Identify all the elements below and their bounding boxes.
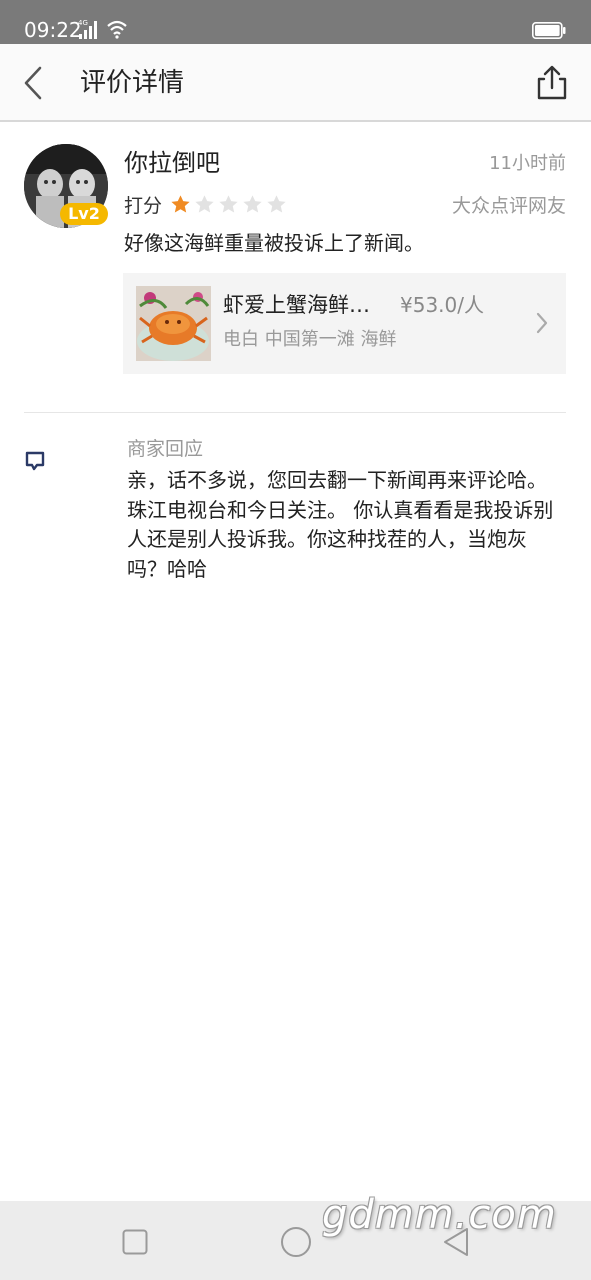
battery-icon bbox=[532, 22, 566, 39]
share-icon bbox=[537, 65, 567, 100]
status-time: 09:22 bbox=[24, 18, 82, 42]
shop-thumbnail bbox=[136, 286, 211, 361]
network-type-label: 4G bbox=[78, 19, 88, 27]
star-empty-icon bbox=[195, 195, 214, 213]
review-source: 大众点评网友 bbox=[451, 195, 566, 217]
shop-card[interactable]: 虾爱上蟹海鲜… ¥53.0/人 电白 中国第一滩 海鲜 bbox=[123, 273, 566, 374]
user-name[interactable]: 你拉倒吧 bbox=[124, 148, 220, 178]
app-header: 评价详情 bbox=[0, 44, 591, 122]
wifi-icon bbox=[107, 20, 127, 39]
chevron-right-icon bbox=[536, 312, 548, 334]
reply-icon bbox=[25, 451, 45, 471]
star-rating bbox=[170, 194, 287, 216]
back-button[interactable] bbox=[18, 62, 52, 104]
star-empty-icon bbox=[219, 195, 238, 213]
merchant-reply-title: 商家回应 bbox=[127, 438, 204, 460]
review-time: 11小时前 bbox=[489, 153, 566, 174]
chevron-left-icon bbox=[24, 66, 42, 100]
circle-icon bbox=[281, 1227, 311, 1257]
page-title: 评价详情 bbox=[80, 68, 185, 98]
share-button[interactable] bbox=[534, 64, 570, 102]
review-text: 好像这海鲜重量被投诉上了新闻。 bbox=[124, 231, 424, 255]
star-empty-icon bbox=[243, 195, 262, 213]
star-filled-icon bbox=[171, 195, 190, 213]
status-bar: 09:22 4G bbox=[0, 0, 591, 44]
square-icon bbox=[122, 1229, 148, 1255]
shop-meta: 电白 中国第一滩 海鲜 bbox=[223, 329, 397, 350]
recent-apps-button[interactable] bbox=[122, 1229, 148, 1255]
shop-price: ¥53.0/人 bbox=[400, 293, 484, 317]
watermark: gdmm.com bbox=[322, 1192, 557, 1238]
merchant-reply-text: 亲，话不多说，您回去翻一下新闻再来评论哈。珠江电视台和今日关注。 你认真看看是我… bbox=[127, 468, 554, 581]
section-divider bbox=[24, 412, 566, 413]
star-empty-icon bbox=[267, 195, 286, 213]
home-button[interactable] bbox=[280, 1226, 312, 1258]
signal-icon: 4G bbox=[78, 19, 97, 39]
shop-name: 虾爱上蟹海鲜… bbox=[223, 293, 370, 317]
level-badge: Lv2 bbox=[60, 203, 108, 225]
score-label: 打分 bbox=[124, 195, 163, 217]
